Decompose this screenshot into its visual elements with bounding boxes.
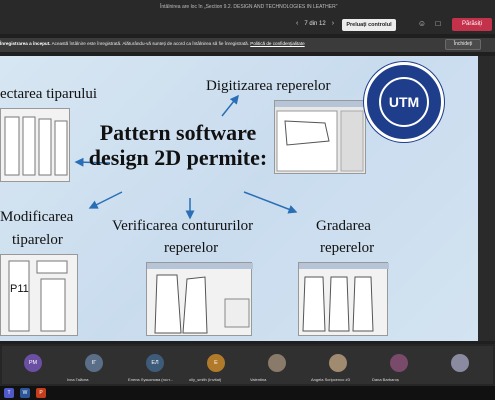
label-bottom-right-2: reperelor — [320, 240, 375, 256]
word-icon[interactable]: W — [20, 388, 30, 398]
participants-strip: PM ІГ Ivna Гайсна ЕЛ Елена Лукьянова (гост..… — [0, 344, 495, 386]
digitizing-thumbnail — [274, 100, 367, 174]
modification-thumbnail: P11 — [0, 254, 78, 336]
participant-name: Dana Barbaroș — [372, 377, 399, 382]
avatar: E — [207, 354, 225, 372]
slide-pager: ‹ 7 din 12 › — [296, 20, 334, 27]
windows-taskbar: T W P — [0, 386, 495, 400]
participant-tile[interactable]: ІГ Ivna Гайсна — [63, 346, 127, 384]
chat-icon[interactable]: □ — [432, 18, 444, 30]
utm-logo-inner: UTM — [379, 77, 429, 127]
participant-name: Angela Scripcenco #3 — [311, 377, 350, 382]
avatar — [390, 354, 408, 372]
previous-slide-icon[interactable]: ‹ — [296, 20, 298, 27]
teams-meeting-window: Întâlnirea are loc în „Section 9.2. DESI… — [0, 0, 495, 400]
participant-tile[interactable]: Eolly_smith (Invitat) — [185, 346, 249, 384]
participant-tile[interactable] — [429, 346, 493, 384]
label-top-left: ectarea tiparului — [0, 86, 98, 102]
grading-thumbnail — [298, 262, 389, 336]
participant-tile[interactable]: ЕЛ Елена Лукьянова (гост... — [124, 346, 188, 384]
right-side-panel-edge — [478, 56, 495, 341]
label-mid-left-1: Modificarea — [0, 209, 74, 225]
next-slide-icon[interactable]: › — [332, 20, 334, 27]
avatar — [268, 354, 286, 372]
avatar: ЕЛ — [146, 354, 164, 372]
contour-check-thumbnail — [146, 262, 253, 336]
meeting-top-bar: Întâlnirea are loc în „Section 9.2. DESI… — [0, 0, 495, 34]
meeting-title: Întâlnirea are loc în „Section 9.2. DESI… — [160, 4, 338, 10]
arrow-top-right — [221, 94, 239, 117]
arrow-bottom-right — [243, 191, 298, 214]
banner-text: Această întâlnire este înregistrată. Ală… — [51, 41, 249, 46]
shared-slide: ectarea tiparului Digitizarea reperelor … — [0, 56, 478, 341]
take-control-button[interactable]: Preluați controlul — [342, 19, 396, 31]
pattern-thumbnail-top-left — [0, 108, 70, 182]
banner-close-button[interactable]: Închideți — [445, 39, 481, 50]
avatar: ІГ — [85, 354, 103, 372]
participant-name: Valentina — [250, 377, 267, 382]
arrow-bottom-left — [88, 191, 123, 209]
participant-tile[interactable]: Angela Scripcenco #3 — [307, 346, 371, 384]
slide-main-title: Pattern software design 2D permite: — [88, 120, 268, 170]
label-top-right: Digitizarea reperelor — [206, 78, 331, 94]
powerpoint-icon[interactable]: P — [36, 388, 46, 398]
avatar — [329, 354, 347, 372]
privacy-policy-link[interactable]: Politică de confidențialitate — [250, 41, 304, 46]
banner-bold-text: Înregistrarea a început. — [0, 41, 51, 46]
label-bottom-right-1: Gradarea — [316, 218, 371, 234]
recording-banner: Înregistrarea a început. Această întâlni… — [0, 38, 495, 52]
people-icon[interactable]: ☺ — [416, 18, 428, 30]
participant-name: Ivna Гайсна — [67, 377, 89, 382]
avatar: PM — [24, 354, 42, 372]
label-bottom-center-2: reperelor — [164, 240, 219, 256]
participant-name: Елена Лукьянова (гост... — [128, 377, 173, 382]
leave-button[interactable]: Părăsiți — [452, 18, 492, 31]
participant-tile[interactable]: Valentina — [246, 346, 310, 384]
label-mid-left-2: tiparelor — [12, 232, 63, 248]
participant-tile[interactable]: Dana Barbaroș — [368, 346, 432, 384]
avatar — [451, 354, 469, 372]
utm-logo-text: UTM — [388, 94, 420, 110]
participant-name: olly_smith (Invitat) — [189, 377, 222, 382]
utm-logo: UTM — [364, 62, 444, 142]
participant-tile[interactable]: PM — [2, 346, 66, 384]
teams-icon[interactable]: T — [4, 388, 14, 398]
label-bottom-center-1: Verificarea contururilor — [112, 218, 254, 234]
banner-message: Înregistrarea a început. Această întâlni… — [0, 41, 305, 46]
thumb-label-p11: P11 — [10, 283, 29, 295]
page-indicator: 7 din 12 — [304, 20, 326, 27]
